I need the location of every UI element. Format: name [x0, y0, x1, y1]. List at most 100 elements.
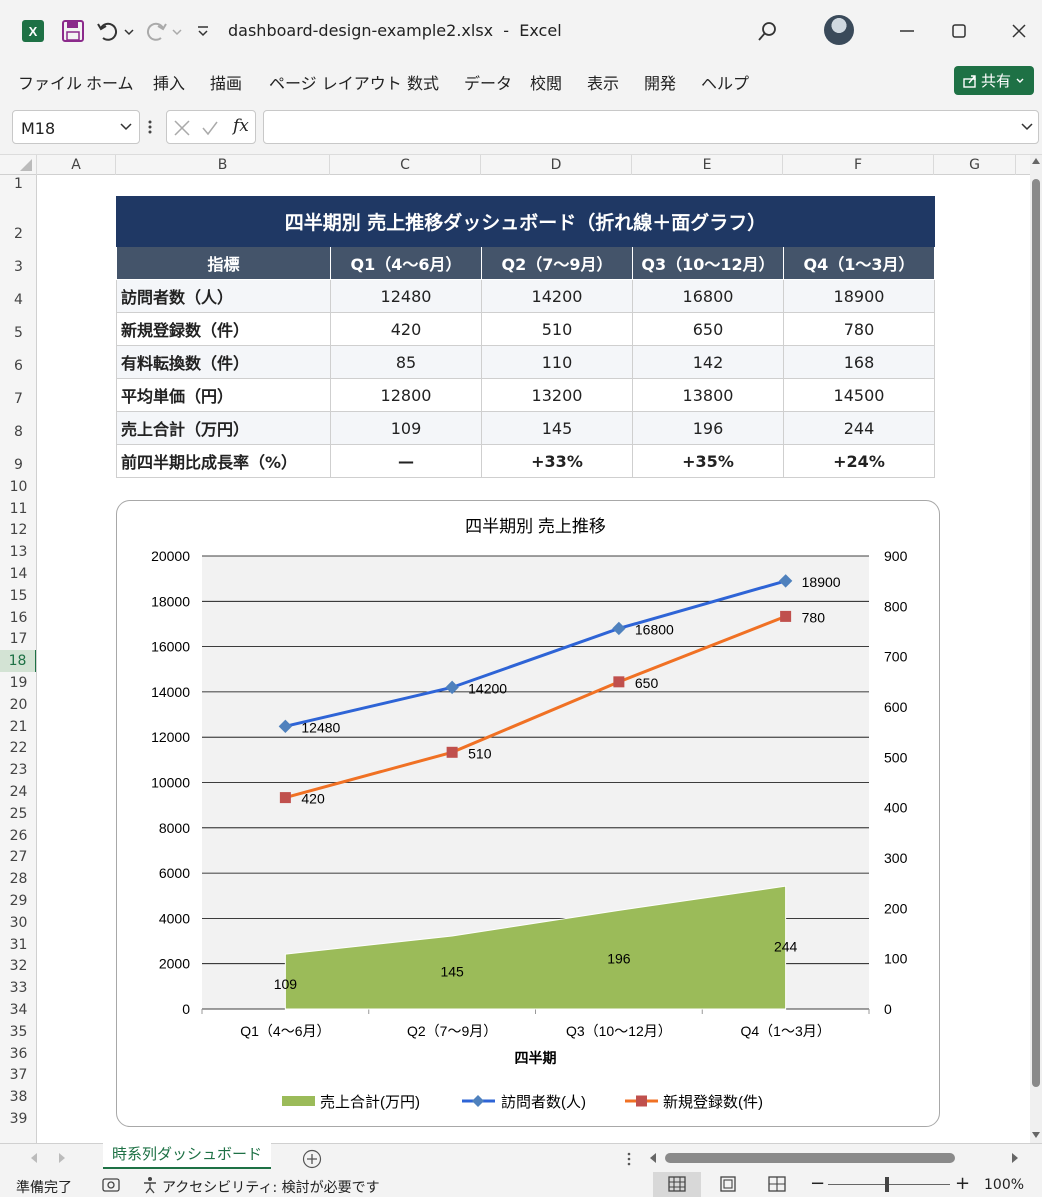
- row-header-19[interactable]: 19: [0, 672, 36, 694]
- menu-review[interactable]: 校閲: [530, 70, 562, 94]
- cell[interactable]: 196: [632, 411, 784, 445]
- cell[interactable]: 145: [481, 411, 633, 445]
- avatar[interactable]: [824, 15, 854, 45]
- row-header-27[interactable]: 27: [0, 847, 36, 869]
- row-header-22[interactable]: 22: [0, 738, 36, 760]
- menu-draw[interactable]: 描画: [210, 70, 242, 94]
- cell[interactable]: +24%: [783, 444, 935, 478]
- column-header-g[interactable]: G: [934, 155, 1016, 175]
- accessibility-status[interactable]: アクセシビリティ: 検討が必要です: [162, 1177, 380, 1197]
- menu-insert[interactable]: 挿入: [153, 70, 185, 94]
- cell[interactable]: 142: [632, 345, 784, 379]
- column-header-d[interactable]: D: [481, 155, 632, 175]
- row-header-28[interactable]: 28: [0, 868, 36, 890]
- accessibility-icon[interactable]: [142, 1176, 158, 1194]
- share-button[interactable]: 共有: [954, 66, 1034, 95]
- zoom-level[interactable]: 100%: [984, 1177, 1024, 1193]
- cell[interactable]: 168: [783, 345, 935, 379]
- scroll-right-icon[interactable]: [1011, 1153, 1019, 1163]
- row-header-8[interactable]: 8: [0, 410, 36, 443]
- chart[interactable]: 0 2000 4000 6000 8000 10000 12000 14000 16000 180…: [116, 500, 940, 1127]
- row-header-23[interactable]: 23: [0, 759, 36, 781]
- cell[interactable]: 13800: [632, 378, 784, 412]
- table-title[interactable]: 四半期別 売上推移ダッシュボード（折れ線＋面グラフ）: [116, 196, 935, 247]
- row-header-34[interactable]: 34: [0, 999, 36, 1021]
- horizontal-scroll-thumb[interactable]: [665, 1153, 955, 1163]
- column-header-e[interactable]: E: [632, 155, 783, 175]
- cell[interactable]: 13200: [481, 378, 633, 412]
- row-label[interactable]: 売上合計（万円）: [116, 411, 331, 445]
- row-header-39[interactable]: 39: [0, 1108, 36, 1130]
- scroll-up-icon[interactable]: [1032, 157, 1040, 165]
- row-header-25[interactable]: 25: [0, 803, 36, 825]
- cell[interactable]: —: [330, 444, 482, 478]
- cell[interactable]: +35%: [632, 444, 784, 478]
- row-header-5[interactable]: 5: [0, 311, 36, 344]
- cell[interactable]: 14200: [481, 279, 633, 313]
- column-header-b[interactable]: B: [116, 155, 330, 175]
- row-header-13[interactable]: 13: [0, 541, 36, 563]
- row-header-17[interactable]: 17: [0, 629, 36, 651]
- cell[interactable]: 420: [330, 312, 482, 346]
- cell[interactable]: 16800: [632, 279, 784, 313]
- row-label[interactable]: 新規登録数（件）: [116, 312, 331, 346]
- maximize-icon[interactable]: [950, 22, 968, 40]
- row-header-16[interactable]: 16: [0, 607, 36, 629]
- search-icon[interactable]: [757, 20, 779, 42]
- undo-icon[interactable]: [97, 20, 137, 42]
- row-header-37[interactable]: 37: [0, 1065, 36, 1087]
- select-all-button[interactable]: [0, 155, 37, 175]
- row-header-38[interactable]: 38: [0, 1086, 36, 1108]
- column-header-a[interactable]: A: [37, 155, 116, 175]
- enter-icon[interactable]: [201, 119, 219, 137]
- formula-input[interactable]: [263, 110, 1039, 144]
- close-icon[interactable]: [1010, 22, 1028, 40]
- menu-home[interactable]: ホーム: [86, 70, 134, 94]
- row-header-24[interactable]: 24: [0, 781, 36, 803]
- macro-record-icon[interactable]: [102, 1177, 120, 1193]
- row-header-21[interactable]: 21: [0, 716, 36, 738]
- row-header-4[interactable]: 4: [0, 278, 36, 311]
- scroll-left-icon[interactable]: [649, 1153, 657, 1163]
- row-header-10[interactable]: 10: [0, 476, 36, 498]
- row-header-12[interactable]: 12: [0, 520, 36, 542]
- cell[interactable]: 109: [330, 411, 482, 445]
- menu-page-layout[interactable]: ページ レイアウト: [269, 70, 402, 94]
- page-break-view-icon[interactable]: [768, 1176, 786, 1192]
- row-label[interactable]: 有料転換数（件）: [116, 345, 331, 379]
- menu-help[interactable]: ヘルプ: [701, 70, 749, 94]
- header-cell[interactable]: 指標: [116, 246, 331, 280]
- row-label[interactable]: 平均単価（円）: [116, 378, 331, 412]
- cell[interactable]: 12800: [330, 378, 482, 412]
- zoom-in-button[interactable]: +: [955, 1173, 970, 1194]
- row-header-33[interactable]: 33: [0, 977, 36, 999]
- redo-icon[interactable]: [145, 20, 185, 42]
- header-cell[interactable]: Q4（1〜3月）: [783, 246, 935, 280]
- row-header-31[interactable]: 31: [0, 934, 36, 956]
- row-label[interactable]: 訪問者数（人）: [116, 279, 331, 313]
- column-header-c[interactable]: C: [330, 155, 481, 175]
- menu-view[interactable]: 表示: [587, 70, 619, 94]
- row-header-6[interactable]: 6: [0, 344, 36, 377]
- header-cell[interactable]: Q2（7〜9月）: [481, 246, 633, 280]
- customize-quick-access-icon[interactable]: [196, 24, 210, 38]
- row-header-32[interactable]: 32: [0, 956, 36, 978]
- cancel-icon[interactable]: [173, 119, 191, 137]
- cell[interactable]: 14500: [783, 378, 935, 412]
- row-header-35[interactable]: 35: [0, 1021, 36, 1043]
- row-header-7[interactable]: 7: [0, 377, 36, 410]
- menu-developer[interactable]: 開発: [644, 70, 676, 94]
- row-header-15[interactable]: 15: [0, 585, 36, 607]
- cell[interactable]: 18900: [783, 279, 935, 313]
- row-header-20[interactable]: 20: [0, 694, 36, 716]
- row-header-1[interactable]: 1: [0, 175, 36, 195]
- row-header-14[interactable]: 14: [0, 563, 36, 585]
- row-header-2[interactable]: 2: [0, 195, 36, 245]
- row-header-30[interactable]: 30: [0, 912, 36, 934]
- row-header-11[interactable]: 11: [0, 498, 36, 520]
- row-header-18[interactable]: 18: [0, 650, 36, 673]
- prev-sheet-icon[interactable]: [30, 1153, 38, 1163]
- menu-file[interactable]: ファイル: [18, 70, 82, 94]
- tab-splitter-icon[interactable]: [626, 1152, 632, 1166]
- cell[interactable]: 110: [481, 345, 633, 379]
